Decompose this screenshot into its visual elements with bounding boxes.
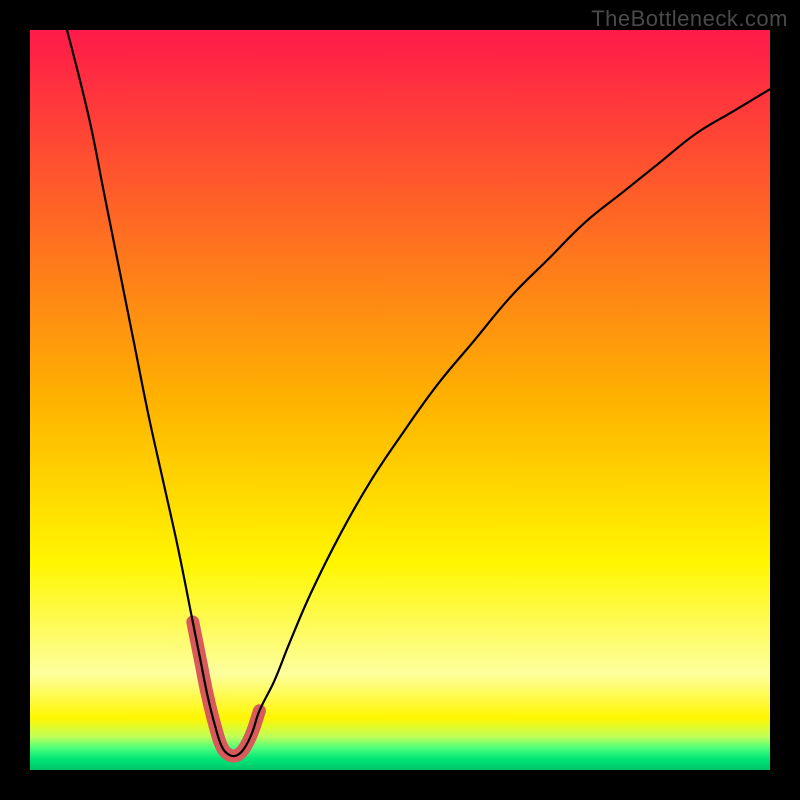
gradient-plot bbox=[30, 30, 770, 770]
watermark-text: TheBottleneck.com bbox=[591, 6, 788, 32]
plot-background bbox=[30, 30, 770, 770]
chart-frame: TheBottleneck.com bbox=[0, 0, 800, 800]
